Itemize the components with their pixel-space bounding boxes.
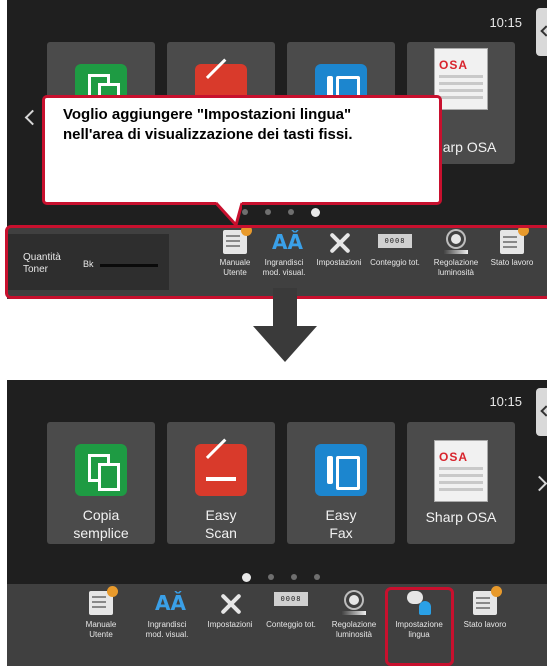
page-dot[interactable] [290, 574, 297, 580]
job-status-icon [473, 586, 502, 615]
home-tile-copia-semplice[interactable]: Copia semplice [47, 422, 155, 544]
key-label: Impostazioni [207, 620, 253, 629]
key-settings[interactable]: Impostazioni [199, 584, 261, 654]
home-tile-easy-fax[interactable]: Easy Fax [287, 422, 395, 544]
page-dot[interactable] [287, 209, 294, 215]
tile-label: Sharp OSA [425, 509, 497, 525]
key-label: Conteggio tot. [266, 620, 316, 629]
osa-logo-text: OSA [439, 58, 469, 72]
clock: 10:15 [489, 394, 522, 409]
settings-icon [218, 591, 242, 615]
side-panel-tab[interactable] [536, 8, 547, 56]
callout-tail [216, 202, 242, 226]
clock: 10:15 [489, 15, 522, 30]
sharp-osa-icon: OSA [434, 440, 488, 502]
page-right-arrow-icon[interactable] [534, 472, 547, 496]
tile-label: Easy Scan [205, 507, 237, 541]
home-tile-easy-scan[interactable]: Easy Scan [167, 422, 275, 544]
page-indicator [7, 571, 547, 583]
down-arrow-icon [253, 288, 317, 362]
tile-label: Easy Fax [325, 507, 357, 541]
brightness-icon [342, 591, 366, 615]
tile-label: Copia semplice [73, 507, 129, 541]
zoom-icon: AǍ [155, 591, 186, 615]
page-dot-active[interactable] [241, 572, 251, 582]
sharp-osa-icon: OSA [434, 48, 488, 110]
key-zoom-display[interactable]: AǍ Ingrandisci mod. visual. [136, 584, 198, 654]
key-user-manual[interactable]: Manuale Utente [70, 584, 132, 654]
language-key-highlight [385, 587, 454, 666]
manual-icon [89, 586, 118, 615]
callout-text: Voglio aggiungere "Impostazioni lingua" … [63, 106, 353, 143]
copy-icon [75, 444, 127, 496]
key-job-status[interactable]: Stato lavoro [454, 584, 516, 654]
page-dot-active[interactable] [310, 207, 320, 217]
home-tile-sharp-osa[interactable]: OSA Sharp OSA [407, 422, 515, 544]
key-total-count[interactable]: 0008 Conteggio tot. [260, 584, 322, 654]
page-left-arrow-icon[interactable] [23, 106, 37, 130]
side-panel-tab[interactable] [536, 388, 547, 436]
page-dot[interactable] [264, 209, 271, 215]
fax-icon [315, 444, 367, 496]
counter-icon: 0008 [274, 592, 308, 606]
page-dot[interactable] [313, 574, 320, 580]
key-label: Manuale Utente [85, 620, 117, 639]
page-indicator [7, 206, 547, 218]
page-dot[interactable] [267, 574, 274, 580]
page-dot[interactable] [241, 209, 248, 215]
scan-icon [195, 444, 247, 496]
key-label: Regolazione luminosità [331, 620, 377, 639]
key-label: Stato lavoro [463, 620, 507, 629]
home-screen-after: 10:15 Copia semplice Easy Scan Easy Fax … [7, 380, 547, 666]
fixed-keys-bar: Manuale Utente AǍ Ingrandisci mod. visua… [7, 584, 547, 666]
callout-balloon: Voglio aggiungere "Impostazioni lingua" … [42, 95, 442, 205]
key-brightness[interactable]: Regolazione luminosità [323, 584, 385, 654]
osa-logo-text: OSA [439, 450, 469, 464]
key-label: Ingrandisci mod. visual. [145, 620, 189, 639]
